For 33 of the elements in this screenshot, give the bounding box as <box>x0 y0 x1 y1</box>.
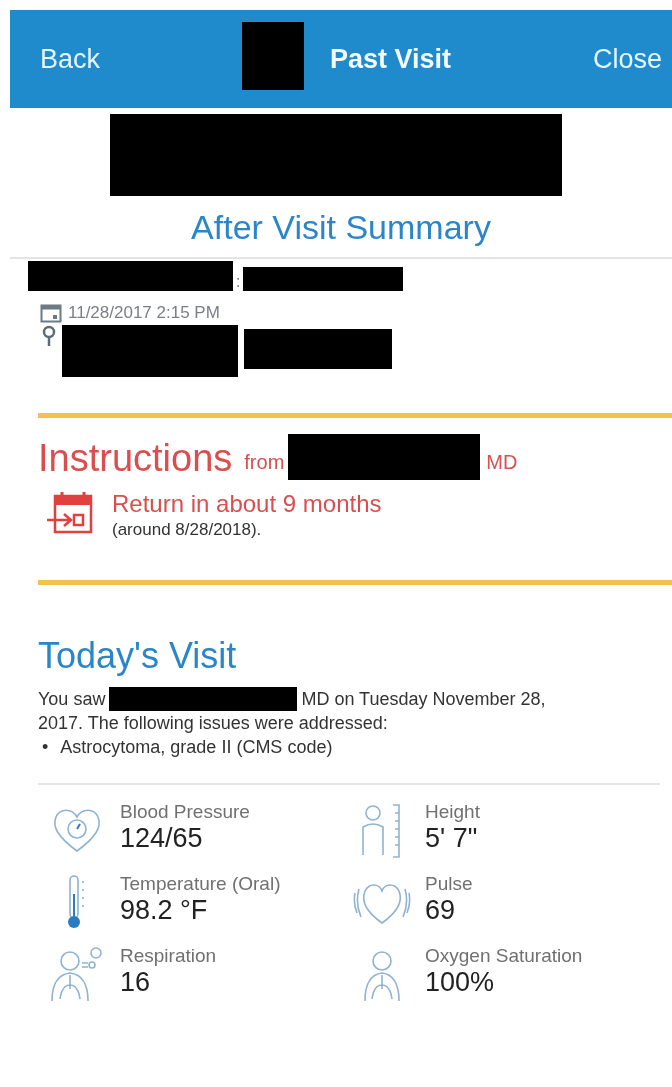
bullet-mark: • <box>42 736 49 759</box>
vital-value: 98.2 °F <box>120 895 209 926</box>
page-title: Past Visit <box>329 43 452 75</box>
back-button[interactable]: Back <box>40 43 101 75</box>
visit-text: 2017. The following issues were addressed: <box>38 712 389 735</box>
vital-value: 100% <box>425 967 496 998</box>
summary-title: After Visit Summary <box>190 208 492 247</box>
instructions-heading: Instructions <box>38 437 233 480</box>
vital-value: 5' 7" <box>425 823 479 854</box>
vital-value: 69 <box>425 895 457 926</box>
section-heading: Today's Visit <box>38 635 238 677</box>
visit-date-time: 11/28/2017 2:15 PM <box>68 303 220 323</box>
calendar-icon <box>40 303 62 323</box>
return-date: (around 8/28/2018). <box>112 520 263 540</box>
vital-label: Pulse <box>425 873 473 895</box>
vital-value: 124/65 <box>120 823 204 854</box>
redaction-block <box>241 22 304 90</box>
separator-text: : <box>236 273 241 291</box>
thermometer-icon <box>68 873 86 931</box>
visit-text: You saw <box>38 688 106 711</box>
location-pin-icon <box>42 325 56 347</box>
visit-text: MD on Tuesday November 28, <box>301 688 546 711</box>
doctor-suffix: MD <box>486 451 518 474</box>
vital-value: 16 <box>120 967 152 998</box>
vital-label: Blood Pressure <box>120 801 250 823</box>
vital-label: Respiration <box>120 945 217 967</box>
return-instruction: Return in about 9 months <box>112 490 382 518</box>
from-label: from <box>244 451 285 474</box>
vital-label: Temperature (Oral) <box>120 873 281 895</box>
close-button[interactable]: Close <box>592 43 662 75</box>
vital-label: Oxygen Saturation <box>425 945 583 967</box>
vital-label: Height <box>425 801 480 823</box>
issue-text: Astrocytoma, grade II (CMS code) <box>60 736 333 759</box>
